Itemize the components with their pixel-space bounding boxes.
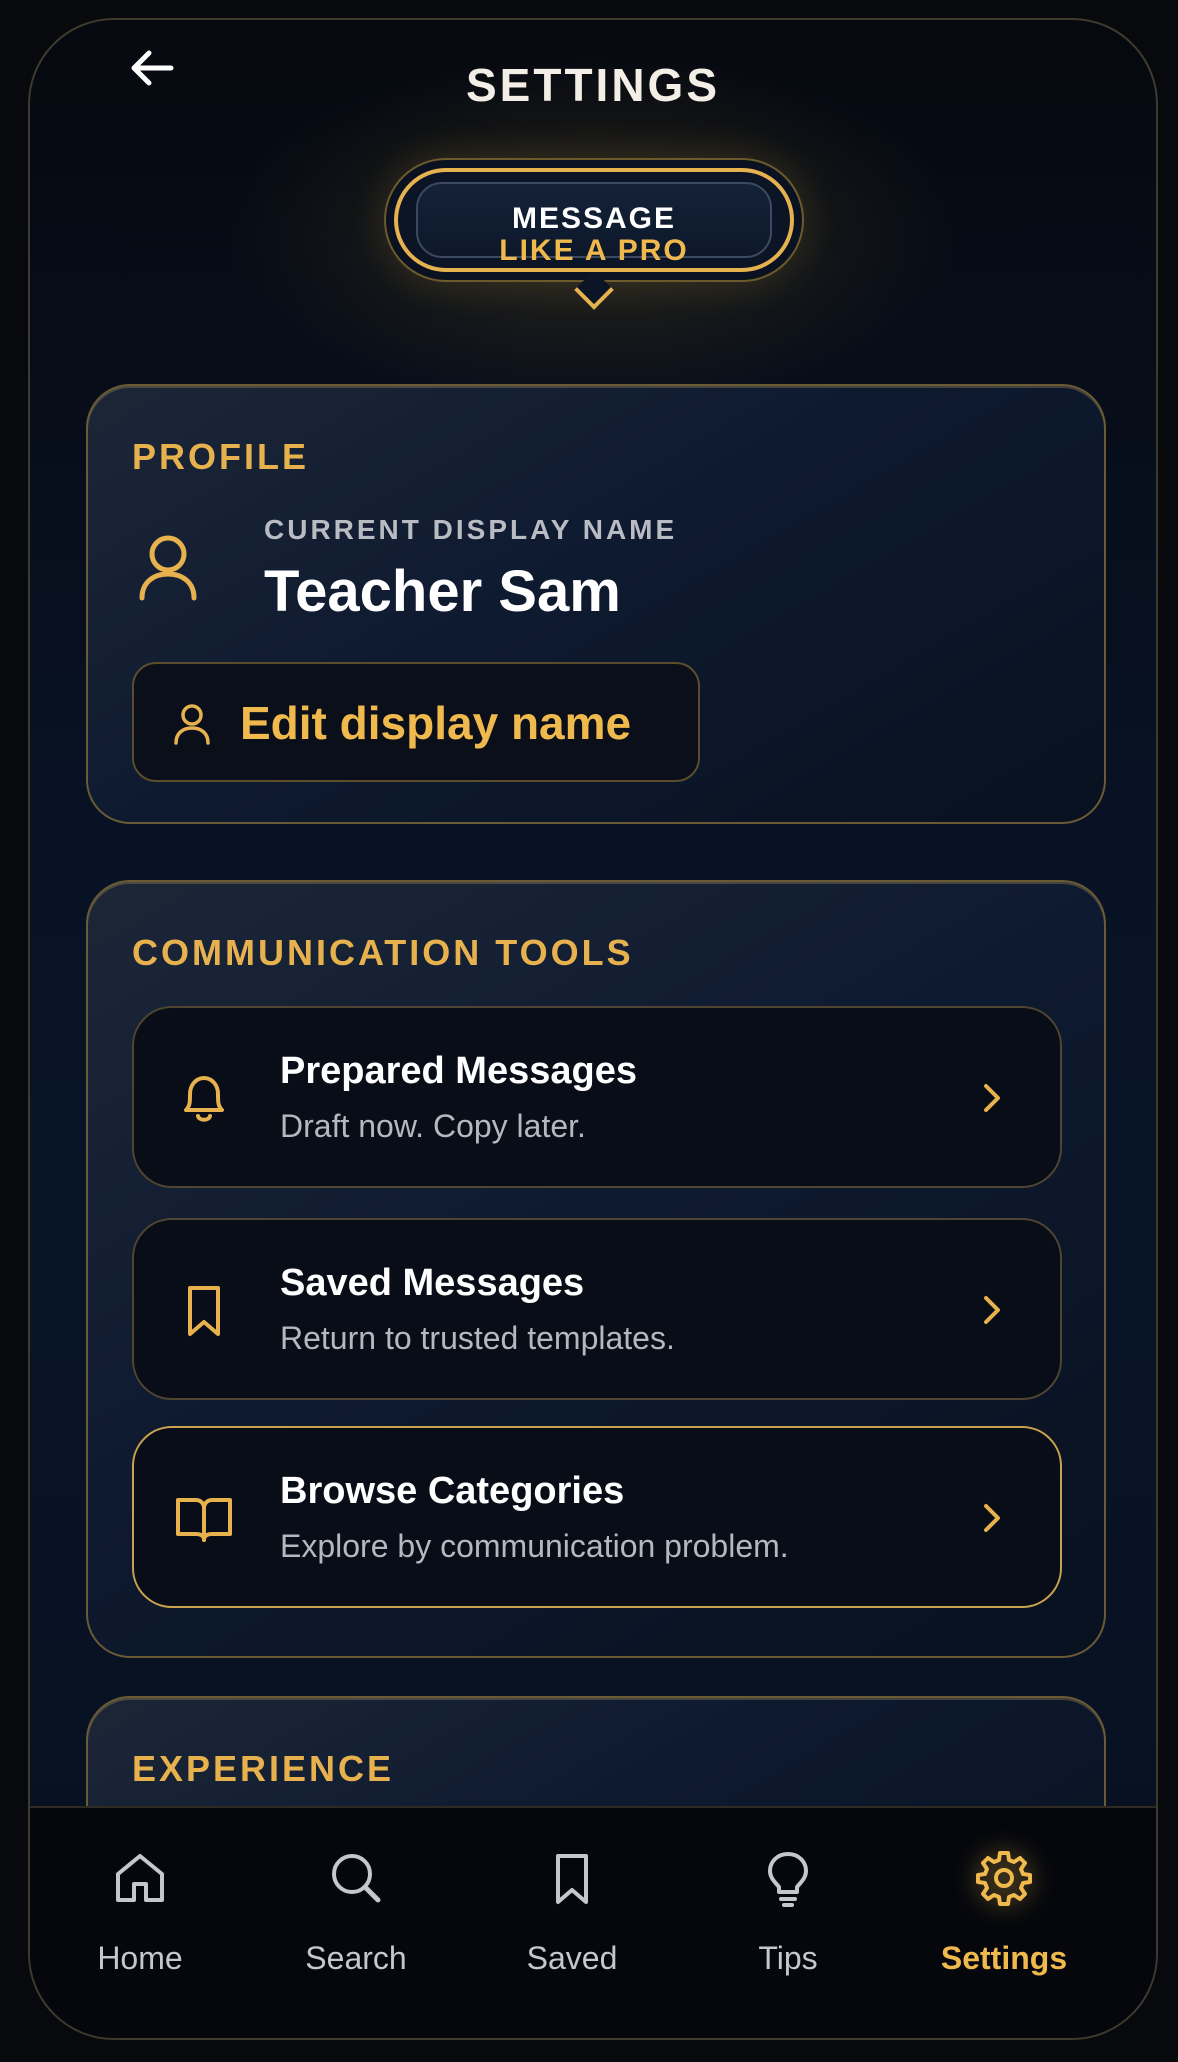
section-label-profile: PROFILE [132, 436, 310, 477]
bookmark-icon [188, 1286, 220, 1336]
profile-card: PROFILE CURRENT DISPLAY NAME Teacher Sam… [86, 384, 1106, 824]
tool-row-browse-categories[interactable]: Browse Categories Explore by communicati… [132, 1426, 1062, 1608]
tool-title: Prepared Messages [280, 1050, 637, 1092]
nav-item-search[interactable]: Search [248, 1808, 464, 2008]
book-open-icon [176, 1498, 232, 1542]
page-title: SETTINGS [465, 59, 721, 111]
bell-icon [184, 1076, 224, 1122]
edit-display-name-button[interactable]: Edit display name [132, 662, 700, 782]
chevron-right-icon [984, 1296, 1000, 1324]
badge-line-2: LIKE A PRO [499, 234, 689, 267]
nav-item-home[interactable]: Home [32, 1808, 248, 2008]
edit-display-name-label: Edit display name [240, 697, 632, 749]
search-icon [332, 1854, 381, 1903]
app-screen: SETTINGS MESSAGE LIKE A PRO PROFILE CURR… [28, 18, 1158, 2040]
nav-item-saved[interactable]: Saved [464, 1808, 680, 2008]
tool-subtitle: Explore by communication problem. [280, 1528, 789, 1564]
nav-label: Saved [526, 1940, 618, 1976]
tool-row-prepared-messages[interactable]: Prepared Messages Draft now. Copy later. [132, 1006, 1062, 1188]
nav-label: Search [305, 1940, 407, 1976]
tool-row-saved-messages[interactable]: Saved Messages Return to trusted templat… [132, 1218, 1062, 1400]
gear-icon [976, 1851, 1032, 1906]
nav-item-tips[interactable]: Tips [680, 1808, 896, 2008]
nav-label: Settings [940, 1940, 1068, 1976]
nav-label: Home [97, 1940, 183, 1976]
tool-subtitle: Return to trusted templates. [280, 1320, 675, 1356]
lightbulb-icon [768, 1852, 808, 1907]
section-label-communication-tools: COMMUNICATION TOOLS [132, 932, 634, 973]
nav-label: Tips [758, 1940, 818, 1976]
section-label-experience: EXPERIENCE [132, 1748, 395, 1789]
current-display-name-label: CURRENT DISPLAY NAME [264, 514, 678, 545]
tool-subtitle: Draft now. Copy later. [280, 1108, 586, 1144]
tool-title: Saved Messages [280, 1262, 585, 1304]
chevron-right-icon [984, 1504, 1000, 1532]
nav-item-settings[interactable]: Settings [896, 1808, 1112, 2008]
chevron-right-icon [984, 1084, 1000, 1112]
brand-badge: MESSAGE LIKE A PRO [384, 158, 804, 310]
user-icon [139, 535, 197, 601]
home-icon [116, 1854, 164, 1902]
communication-tools-card: COMMUNICATION TOOLS Prepared Messages Dr… [86, 880, 1106, 1658]
bottom-nav: Home Search Saved Tips Settings [30, 1806, 1156, 2038]
tool-title: Browse Categories [280, 1470, 625, 1512]
bookmark-icon [556, 1854, 588, 1904]
user-icon [174, 704, 210, 745]
display-name-value: Teacher Sam [264, 559, 621, 624]
badge-line-1: MESSAGE [511, 202, 677, 235]
